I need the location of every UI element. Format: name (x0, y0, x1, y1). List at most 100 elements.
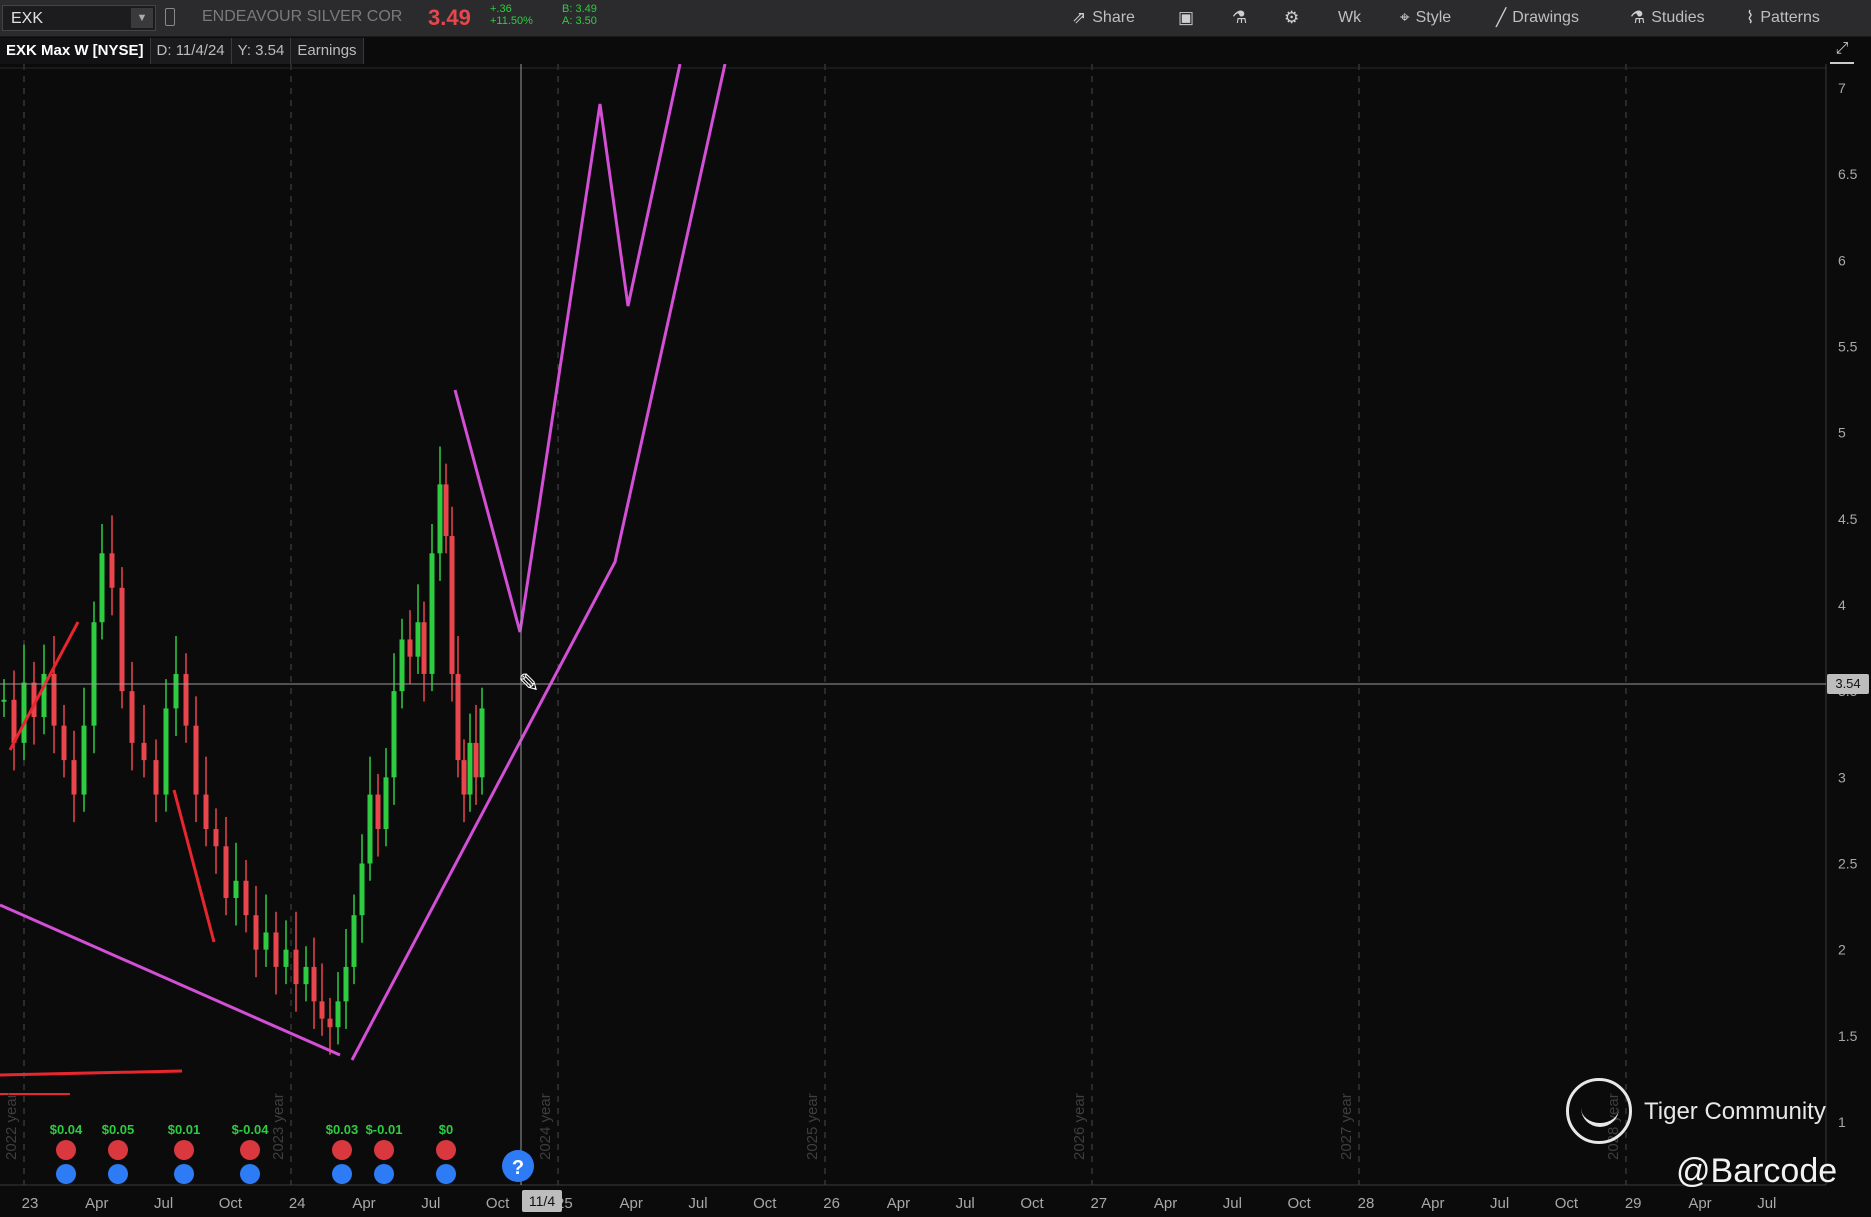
symbol-selector[interactable]: EXK ▼ (2, 5, 156, 31)
settings-button[interactable]: ⚙ (1284, 6, 1299, 30)
drawings-button[interactable]: ╱ Drawings (1496, 6, 1579, 30)
time-tick: Oct (486, 1195, 510, 1212)
time-tick: Apr (352, 1195, 375, 1212)
year-label: 2025 year (804, 1093, 821, 1160)
candle-body (351, 915, 357, 967)
candle-body (399, 639, 405, 692)
candle-body (415, 622, 421, 657)
time-tick: 23 (22, 1195, 39, 1212)
candle-body (421, 622, 427, 674)
time-tick: Oct (1288, 1195, 1312, 1212)
studies-icon: ⚗ (1630, 8, 1646, 27)
candle-body (383, 777, 389, 830)
earnings-icon (240, 1140, 260, 1160)
candle-body (443, 484, 449, 537)
candle-body (21, 682, 27, 743)
year-label: 2024 year (537, 1093, 554, 1160)
dividend-icon (332, 1164, 352, 1184)
earnings-label: $0.04 (50, 1122, 83, 1137)
chart-info-bar: EXK Max W [NYSE] D: 11/4/24 Y: 3.54 Earn… (0, 38, 364, 64)
candle-body (61, 725, 67, 761)
studies-button[interactable]: ⚗ Studies (1630, 6, 1705, 30)
candle-body (183, 673, 189, 726)
share-icon: ⇗ (1072, 8, 1087, 27)
expand-icon[interactable]: ⤢ (1830, 40, 1854, 64)
cursor-date: D: 11/4/24 (150, 38, 232, 64)
candle-body (119, 587, 125, 692)
earnings-label: $0.01 (168, 1122, 201, 1137)
candle-body (407, 639, 413, 657)
calendar-button[interactable]: ▣ (1178, 6, 1194, 30)
price-tick: 7 (1838, 80, 1846, 96)
style-label: Style (1415, 9, 1452, 26)
price-tick: 5.5 (1838, 339, 1858, 355)
candle-body (273, 932, 279, 967)
pencil-cursor-icon: ✎ (518, 668, 540, 698)
chevron-down-icon[interactable]: ▼ (131, 8, 153, 28)
calendar-icon: ▣ (1178, 8, 1195, 27)
candles (1, 446, 485, 1055)
time-tick: Oct (219, 1195, 243, 1212)
trend-line-lower (0, 903, 341, 1057)
bid-value: B: 3.49 (562, 3, 597, 15)
time-tick: Jul (1757, 1195, 1776, 1212)
symbol-input[interactable]: EXK (11, 10, 43, 28)
trend-line-upper (350, 64, 727, 1061)
time-tick: Apr (620, 1195, 643, 1212)
price-tick: 4 (1838, 597, 1846, 613)
chart-title: EXK Max W [NYSE] (0, 38, 151, 64)
time-tick: 29 (1625, 1195, 1642, 1212)
dividend-icon (374, 1164, 394, 1184)
earnings-toggle[interactable]: Earnings (291, 38, 364, 64)
link-icon[interactable] (165, 8, 175, 26)
candle-body (479, 708, 485, 778)
earnings-label: $0.05 (102, 1122, 135, 1137)
share-button[interactable]: ⇗ Share (1072, 6, 1135, 30)
share-label: Share (1092, 9, 1135, 26)
candle-body (91, 622, 97, 726)
time-tick: Apr (887, 1195, 910, 1212)
candle-body (71, 760, 77, 795)
time-tick: Oct (1020, 1195, 1044, 1212)
candle-body (367, 794, 373, 864)
candle-body (335, 1001, 341, 1028)
candle-body (109, 553, 115, 588)
candle-body (467, 742, 473, 795)
time-tick: Oct (1555, 1195, 1579, 1212)
earnings-label: $0 (439, 1122, 453, 1137)
earnings-icon (374, 1140, 394, 1160)
price-chart[interactable]: 76.565.554.543.532.521.51 23AprJulOct24A… (0, 64, 1871, 1217)
time-tick: Apr (1688, 1195, 1711, 1212)
dividend-icon (436, 1164, 456, 1184)
patterns-label: Patterns (1760, 9, 1820, 26)
time-tick: Apr (1154, 1195, 1177, 1212)
candle-body (263, 932, 269, 950)
candle-body (173, 673, 179, 709)
flask-button[interactable]: ⚗ (1232, 6, 1247, 30)
earnings-label: $-0.04 (232, 1122, 270, 1137)
candle-body (193, 725, 199, 795)
time-tick: Apr (1421, 1195, 1444, 1212)
candle-body (293, 949, 299, 985)
dividend-icon (56, 1164, 76, 1184)
price-tick: 3 (1838, 769, 1846, 785)
time-tick: 28 (1358, 1195, 1375, 1212)
gear-icon: ⚙ (1284, 8, 1300, 27)
earnings-markers: $0.04 $0.05 $0.01 $-0.04 $0.03 $-0.01 $0 (50, 1122, 456, 1184)
earnings-icon (332, 1140, 352, 1160)
change-abs: +.36 (490, 3, 512, 15)
candle-body (99, 553, 105, 623)
candle-body (375, 794, 381, 830)
period-button[interactable]: Wk (1338, 6, 1361, 30)
style-icon: ⌖ (1400, 8, 1410, 27)
candle-body (473, 742, 479, 778)
patterns-button[interactable]: ⌇ Patterns (1746, 6, 1820, 30)
candle-body (163, 708, 169, 795)
style-button[interactable]: ⌖ Style (1400, 6, 1451, 30)
period-label: Wk (1338, 9, 1362, 26)
time-tick: 26 (823, 1195, 840, 1212)
last-price: 3.49 (428, 5, 471, 30)
candle-body (153, 760, 159, 795)
candle-body (327, 1018, 333, 1028)
time-tick: Jul (956, 1195, 975, 1212)
